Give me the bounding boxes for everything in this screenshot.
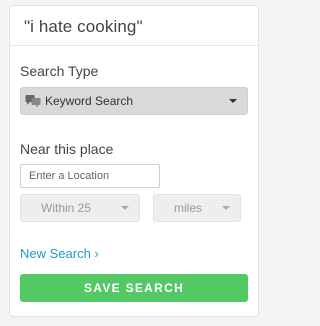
chevron-down-icon: [222, 206, 230, 210]
location-input[interactable]: [20, 164, 160, 188]
chevron-down-icon: [121, 206, 129, 210]
panel-header: "i hate cooking": [10, 6, 258, 46]
panel-body: Search Type Keyword Search Near this pla…: [10, 63, 258, 302]
distance-value: Within 25: [41, 201, 92, 215]
search-type-label: Search Type: [20, 63, 99, 79]
saved-search-panel: "i hate cooking" Search Type Keyword Sea…: [9, 5, 259, 317]
distance-row: Within 25 miles: [20, 194, 248, 222]
new-search-link[interactable]: New Search ›: [20, 246, 99, 261]
distance-select[interactable]: Within 25: [20, 194, 140, 222]
search-query-title: "i hate cooking": [24, 17, 143, 36]
search-type-value: Keyword Search: [45, 94, 134, 108]
chevron-down-icon: [229, 99, 237, 103]
speech-bubbles-icon: [25, 93, 41, 109]
units-value: miles: [174, 201, 203, 215]
near-place-label: Near this place: [20, 141, 114, 157]
search-type-select[interactable]: Keyword Search: [20, 87, 248, 115]
save-search-button[interactable]: SAVE SEARCH: [20, 274, 248, 302]
units-select[interactable]: miles: [153, 194, 241, 222]
